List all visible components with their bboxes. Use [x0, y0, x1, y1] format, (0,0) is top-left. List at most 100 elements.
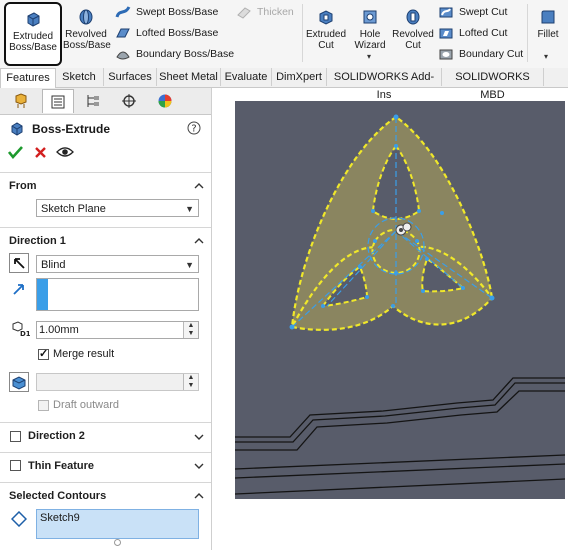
- depth-input[interactable]: 1.00mm ▲ ▼: [36, 321, 199, 339]
- tab-sketch[interactable]: Sketch: [55, 68, 104, 86]
- thicken-button[interactable]: Thicken: [236, 3, 294, 21]
- panel-tabs: [0, 88, 211, 115]
- graphics-viewport[interactable]: [235, 101, 565, 499]
- depth-spinner[interactable]: ▲ ▼: [183, 322, 198, 338]
- from-start-condition-select[interactable]: Sketch Plane ▼: [36, 199, 199, 217]
- spin-up-icon[interactable]: ▲: [184, 374, 198, 382]
- boundary-boss-icon: [116, 51, 130, 60]
- direction2-checkbox[interactable]: [10, 431, 21, 442]
- help-icon[interactable]: ?: [187, 121, 201, 135]
- draft-icon: [12, 376, 26, 390]
- tab-display-manager[interactable]: [150, 89, 180, 112]
- swept-boss-button[interactable]: Swept Boss/Base: [115, 3, 218, 21]
- collapse-chevron-icon[interactable]: [194, 491, 204, 501]
- lofted-cut-label: Lofted Cut: [459, 27, 508, 39]
- tab-solidworks-add-ins[interactable]: SOLIDWORKS Add-Ins: [327, 68, 442, 101]
- extruded-cut-button[interactable]: Extruded Cut: [305, 2, 347, 62]
- panel-title: Boss-Extrude: [32, 122, 111, 136]
- revolved-cut-icon: [406, 9, 420, 25]
- direction-vector-selection-box[interactable]: [36, 278, 199, 311]
- ok-checkmark-icon[interactable]: [8, 145, 23, 159]
- lofted-boss-button[interactable]: Lofted Boss/Base: [115, 24, 218, 42]
- selected-contour-item[interactable]: Sketch9: [40, 512, 80, 524]
- fillet-icon: [541, 10, 555, 24]
- thicken-icon: [237, 7, 251, 19]
- command-manager-ribbon: Extruded Boss/Base Revolved Boss/Base Sw…: [0, 0, 568, 69]
- extruded-cut-label: Extruded Cut: [305, 29, 347, 51]
- extruded-boss-label: Extruded Boss/Base: [9, 31, 57, 53]
- preview-eye-icon[interactable]: [56, 146, 74, 158]
- hole-wizard-dropdown-icon[interactable]: ▾: [367, 52, 371, 61]
- cancel-x-icon[interactable]: [34, 146, 47, 159]
- swept-cut-icon: [439, 7, 453, 18]
- tab-dimxpert[interactable]: DimXpert: [272, 68, 327, 86]
- revolved-boss-button[interactable]: Revolved Boss/Base: [63, 2, 111, 62]
- draft-outward-label: Draft outward: [53, 399, 120, 411]
- collapse-chevron-icon[interactable]: [194, 181, 204, 191]
- model-view-canvas[interactable]: [235, 101, 565, 499]
- draft-angle-spinner[interactable]: ▲ ▼: [183, 374, 198, 390]
- ribbon-separator: [302, 4, 303, 62]
- swept-boss-icon: [115, 6, 131, 18]
- selected-contours-list[interactable]: Sketch9: [36, 509, 199, 539]
- selection-box-focus-bar: [37, 279, 48, 310]
- expand-chevron-icon[interactable]: [194, 461, 204, 471]
- merge-result-checkbox[interactable]: [38, 347, 49, 360]
- revolved-cut-button[interactable]: Revolved Cut: [392, 2, 434, 62]
- tab-evaluate[interactable]: Evaluate: [221, 68, 272, 86]
- tab-solidworks-mbd[interactable]: SOLIDWORKS MBD: [442, 68, 544, 101]
- collapse-chevron-icon[interactable]: [194, 236, 204, 246]
- reverse-direction-button[interactable]: [9, 253, 29, 273]
- spin-up-icon[interactable]: ▲: [184, 322, 198, 330]
- tab-dimxpert-manager[interactable]: [114, 89, 144, 112]
- extruded-boss-icon: [27, 12, 40, 27]
- lofted-cut-button[interactable]: Lofted Cut: [438, 24, 507, 42]
- draft-angle-input[interactable]: ▲ ▼: [36, 373, 199, 391]
- swept-cut-label: Swept Cut: [459, 6, 508, 18]
- fillet-dropdown-icon[interactable]: ▾: [544, 52, 548, 61]
- lofted-boss-label: Lofted Boss/Base: [136, 27, 219, 39]
- extruded-boss-button[interactable]: Extruded Boss/Base: [4, 2, 62, 66]
- tab-feature-manager[interactable]: [6, 89, 36, 112]
- swept-cut-button[interactable]: Swept Cut: [438, 3, 507, 21]
- merge-result-label: Merge result: [53, 348, 115, 360]
- extruded-cut-icon: [319, 10, 333, 25]
- thin-feature-section-header[interactable]: Thin Feature: [28, 460, 94, 472]
- triquetra-sketch-region[interactable]: [290, 115, 494, 331]
- spin-down-icon[interactable]: ▼: [184, 330, 198, 338]
- contour-diamond-icon: [11, 511, 27, 527]
- command-manager-tabs: Features Sketch Surfaces Sheet Metal Eva…: [0, 68, 568, 101]
- spin-down-icon[interactable]: ▼: [184, 382, 198, 390]
- from-section-header[interactable]: From: [9, 180, 37, 192]
- draft-toggle-button[interactable]: [9, 372, 29, 392]
- tab-sheet-metal[interactable]: Sheet Metal: [157, 68, 221, 86]
- fillet-label: Fillet: [537, 29, 559, 40]
- crosshair-icon: [122, 93, 136, 108]
- tab-property-manager[interactable]: [42, 89, 74, 113]
- expand-chevron-icon[interactable]: [194, 432, 204, 442]
- tab-configuration-manager[interactable]: [78, 89, 108, 112]
- direction2-section-header[interactable]: Direction 2: [28, 430, 85, 442]
- tab-surfaces[interactable]: Surfaces: [104, 68, 157, 86]
- tab-features[interactable]: Features: [0, 68, 56, 89]
- from-selected-value: Sketch Plane: [41, 203, 106, 215]
- boss-extrude-icon: [11, 122, 23, 136]
- end-condition-select[interactable]: Blind ▼: [36, 255, 199, 273]
- boundary-cut-label: Boundary Cut: [459, 48, 524, 60]
- selected-contours-section-header[interactable]: Selected Contours: [9, 490, 106, 502]
- boundary-cut-icon: [439, 49, 453, 60]
- svg-text:D1: D1: [20, 330, 30, 337]
- direction1-section-header[interactable]: Direction 1: [9, 235, 66, 247]
- property-list-icon: [51, 95, 65, 108]
- configuration-icon: [87, 94, 99, 107]
- hole-wizard-label: Hole Wizard: [354, 29, 386, 51]
- boundary-boss-button[interactable]: Boundary Boss/Base: [115, 45, 234, 63]
- thin-feature-checkbox[interactable]: [10, 460, 21, 471]
- draft-outward-checkbox[interactable]: [38, 400, 49, 411]
- feature-tree-icon: [15, 92, 27, 108]
- svg-text:?: ?: [191, 124, 196, 135]
- boundary-cut-button[interactable]: Boundary Cut: [438, 45, 523, 63]
- end-condition-value: Blind: [41, 259, 66, 271]
- resize-handle-icon[interactable]: [114, 539, 121, 546]
- revolved-boss-label: Revolved Boss/Base: [63, 29, 111, 51]
